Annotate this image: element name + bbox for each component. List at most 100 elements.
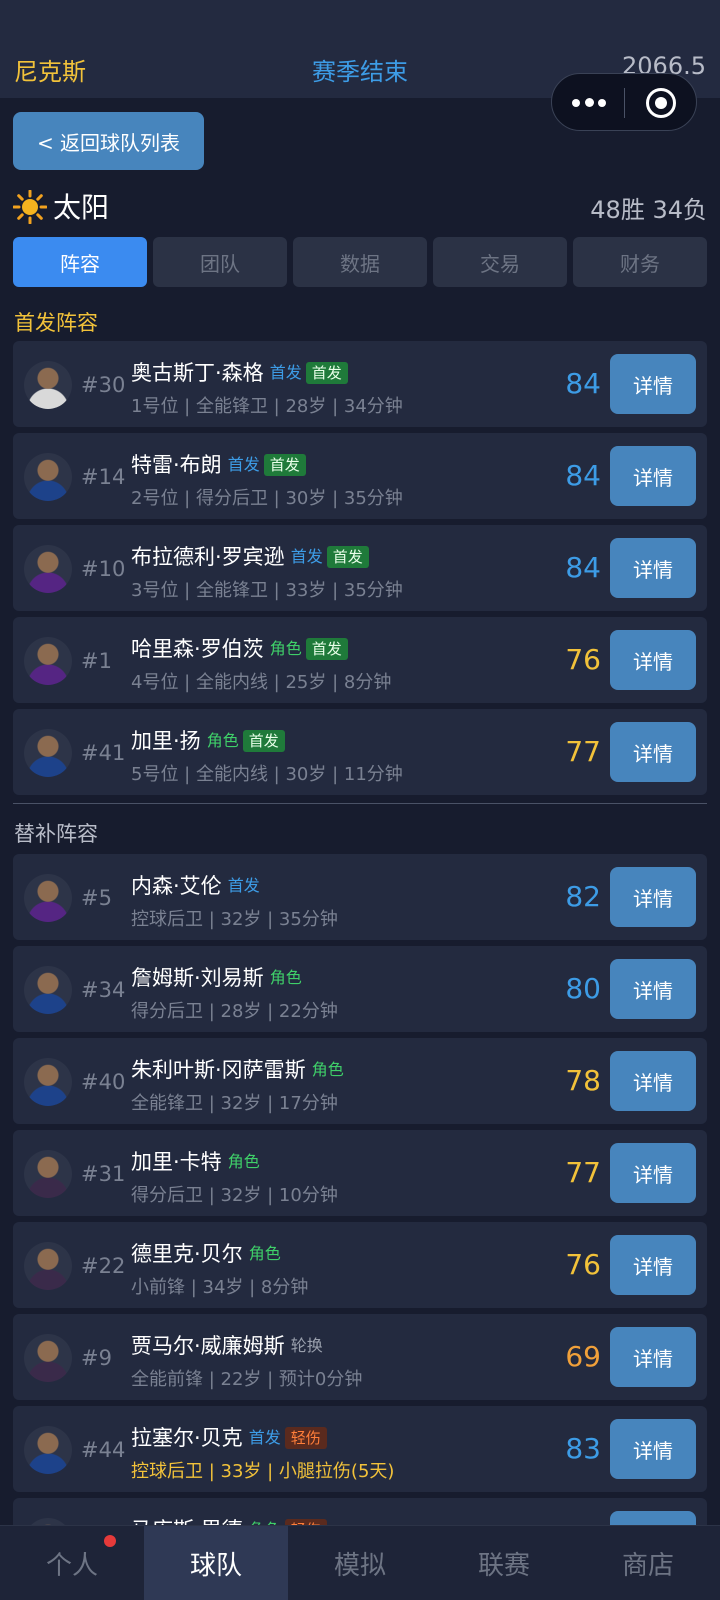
player-avatar	[24, 453, 72, 501]
player-name: 内森·艾伦	[131, 874, 222, 898]
player-name: 贾马尔·威廉姆斯	[131, 1334, 285, 1358]
tab-trade[interactable]: 交易	[433, 237, 567, 287]
player-name-line: 加里·卡特 角色	[131, 1146, 260, 1176]
nav-simulate[interactable]: 模拟	[288, 1526, 432, 1600]
detail-button[interactable]: 详情	[610, 354, 696, 414]
player-role: 首发	[248, 1428, 281, 1447]
team-header: 太阳 48胜 34负	[13, 184, 707, 228]
player-meta: 全能前锋 | 22岁 | 预计0分钟	[131, 1369, 363, 1390]
player-name: 德里克·贝尔	[131, 1242, 243, 1266]
jersey-number: #31	[81, 1162, 126, 1186]
player-row[interactable]: #9 贾马尔·威廉姆斯 轮换全能前锋 | 22岁 | 预计0分钟 69 详情	[13, 1314, 707, 1400]
player-row[interactable]: #34 詹姆斯·刘易斯 角色 得分后卫 | 28岁 | 22分钟 80 详情	[13, 946, 707, 1032]
nav-personal[interactable]: 个人	[0, 1526, 144, 1600]
nav-team[interactable]: 球队	[144, 1526, 288, 1600]
detail-button[interactable]: 详情	[610, 1235, 696, 1295]
player-name-line: 奥古斯丁·森格 首发 首发	[131, 357, 348, 387]
detail-button[interactable]: 详情	[610, 867, 696, 927]
back-to-team-list-button[interactable]: < 返回球队列表	[13, 112, 204, 170]
sun-icon	[13, 190, 47, 224]
player-avatar	[24, 545, 72, 593]
player-rating: 69	[565, 1340, 601, 1373]
lineup-badge: 首发	[326, 546, 369, 568]
player-row[interactable]: #10 布拉德利·罗宾逊 首发 首发 3号位 | 全能锋卫 | 33岁 | 35分钟 84…	[13, 525, 707, 611]
detail-button[interactable]: 详情	[610, 446, 696, 506]
detail-button[interactable]: 详情	[610, 1051, 696, 1111]
player-rating: 76	[565, 643, 601, 676]
detail-button[interactable]: 详情	[610, 538, 696, 598]
player-avatar	[24, 637, 72, 685]
player-rating: 82	[565, 880, 601, 913]
tab-finance[interactable]: 财务	[573, 237, 707, 287]
player-row[interactable]: #30 奥古斯丁·森格 首发 首发 1号位 | 全能锋卫 | 28岁 | 34分钟 84 详…	[13, 341, 707, 427]
player-avatar	[24, 1426, 72, 1474]
capsule-divider	[624, 88, 625, 118]
player-role: 首发	[227, 876, 260, 895]
miniprogram-capsule	[551, 73, 697, 131]
player-row[interactable]: #41 加里·扬 角色 首发 5号位 | 全能内线 | 30岁 | 11分钟 77 详情	[13, 709, 707, 795]
more-dots-icon[interactable]	[572, 86, 606, 116]
player-name: 哈里森·罗伯茨	[131, 637, 264, 661]
player-name-line: 内森·艾伦 首发	[131, 870, 260, 900]
tab-team[interactable]: 团队	[153, 237, 287, 287]
player-rating: 84	[565, 367, 601, 400]
jersey-number: #10	[81, 557, 126, 581]
nav-team-label: 球队	[189, 1551, 242, 1581]
lineup-badge: 首发	[263, 454, 306, 476]
player-avatar	[24, 874, 72, 922]
player-row[interactable]: #14 特雷·布朗 首发 首发 2号位 | 得分后卫 | 30岁 | 35分钟 84 详情	[13, 433, 707, 519]
nav-league[interactable]: 联赛	[432, 1526, 576, 1600]
player-row[interactable]: #1 哈里森·罗伯茨 角色 首发 4号位 | 全能内线 | 25岁 | 8分钟 76 详情	[13, 617, 707, 703]
detail-button[interactable]: 详情	[610, 1143, 696, 1203]
lineup-badge: 首发	[305, 638, 348, 660]
nav-shop[interactable]: 商店	[576, 1526, 720, 1600]
tab-roster[interactable]: 阵容	[13, 237, 147, 287]
player-name: 朱利叶斯·冈萨雷斯	[131, 1058, 306, 1082]
team-tabs: 阵容 团队 数据 交易 财务	[13, 237, 707, 287]
player-role: 轮换	[290, 1336, 323, 1355]
bottom-nav: 个人 球队 模拟 联赛 商店	[0, 1525, 720, 1600]
player-name-line: 特雷·布朗 首发 首发	[131, 449, 306, 479]
player-rating: 83	[565, 1432, 601, 1465]
player-row[interactable]: #22 德里克·贝尔 角色 小前锋 | 34岁 | 8分钟 76 详情	[13, 1222, 707, 1308]
player-avatar	[24, 1242, 72, 1290]
detail-button[interactable]: 详情	[610, 630, 696, 690]
player-meta: 全能锋卫 | 32岁 | 17分钟	[131, 1093, 338, 1114]
player-name-line: 朱利叶斯·冈萨雷斯 角色	[131, 1054, 344, 1084]
tab-stats[interactable]: 数据	[293, 237, 427, 287]
detail-button[interactable]: 详情	[610, 959, 696, 1019]
injury-badge: 轻伤	[284, 1427, 327, 1449]
player-role: 角色	[311, 1060, 344, 1079]
player-row[interactable]: #5 内森·艾伦 首发控球后卫 | 32岁 | 35分钟 82 详情	[13, 854, 707, 940]
jersey-number: #9	[81, 1346, 112, 1370]
player-row[interactable]: #31 加里·卡特 角色 得分后卫 | 32岁 | 10分钟 77 详情	[13, 1130, 707, 1216]
player-row[interactable]: #44 拉塞尔·贝克 首发 轻伤 控球后卫 | 33岁 | 小腿拉伤(5天) 83 详情	[13, 1406, 707, 1492]
player-meta: 得分后卫 | 32岁 | 10分钟	[131, 1185, 338, 1206]
player-meta: 小前锋 | 34岁 | 8分钟	[131, 1277, 309, 1298]
player-name-line: 拉塞尔·贝克 首发 轻伤	[131, 1422, 327, 1452]
player-meta: 控球后卫 | 32岁 | 35分钟	[131, 909, 338, 930]
player-rating: 80	[565, 972, 601, 1005]
player-name: 加里·卡特	[131, 1150, 222, 1174]
player-role: 首发	[269, 363, 302, 382]
player-name: 特雷·布朗	[131, 453, 222, 477]
nav-personal-label: 个人	[45, 1551, 98, 1581]
player-role: 角色	[248, 1244, 281, 1263]
detail-button[interactable]: 详情	[610, 1419, 696, 1479]
player-row[interactable]: #40 朱利叶斯·冈萨雷斯 角色 全能锋卫 | 32岁 | 17分钟 78 详情	[13, 1038, 707, 1124]
target-icon[interactable]	[646, 88, 676, 118]
team-record: 48胜 34负	[590, 196, 707, 224]
player-role: 角色	[269, 968, 302, 987]
jersey-number: #5	[81, 886, 112, 910]
lineup-badge: 首发	[242, 730, 285, 752]
player-rating: 84	[565, 551, 601, 584]
jersey-number: #41	[81, 741, 126, 765]
player-meta: 4号位 | 全能内线 | 25岁 | 8分钟	[131, 672, 392, 693]
detail-button[interactable]: 详情	[610, 722, 696, 782]
player-avatar	[24, 729, 72, 777]
notification-dot	[104, 1535, 116, 1547]
player-name-line: 加里·扬 角色 首发	[131, 725, 285, 755]
jersey-number: #34	[81, 978, 126, 1002]
player-meta: 5号位 | 全能内线 | 30岁 | 11分钟	[131, 764, 403, 785]
detail-button[interactable]: 详情	[610, 1327, 696, 1387]
